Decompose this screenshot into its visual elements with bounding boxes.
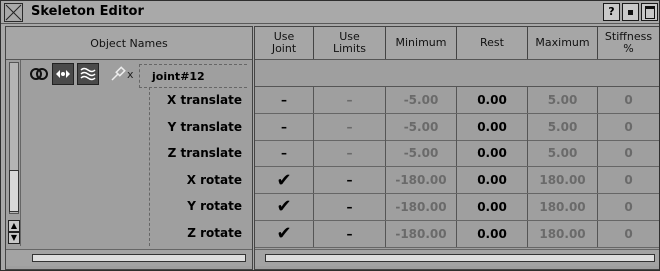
dof-label[interactable]: Z rotate (150, 220, 248, 247)
use-joint-cell[interactable]: ✔ (255, 193, 314, 220)
stiffness-cell[interactable]: 0 (598, 221, 659, 247)
col-minimum[interactable]: Minimum (386, 27, 457, 59)
maximum-cell[interactable]: 180.00 (528, 167, 598, 194)
use-limits-cell[interactable]: – (314, 140, 386, 167)
scrollbar-thumb[interactable] (265, 254, 655, 262)
col-minimum-label: Minimum (395, 36, 447, 49)
use-joint-cell[interactable]: ✔ (255, 220, 314, 247)
use-limits-cell[interactable]: – (314, 193, 386, 220)
dof-label[interactable]: Z translate (150, 140, 248, 167)
col-use-limits-label: Use Limits (333, 30, 366, 55)
scrollbar-thumb[interactable] (32, 254, 246, 262)
table-horizontal-scrollbar[interactable] (255, 249, 659, 266)
scroll-down-icon[interactable]: ▼ (8, 232, 20, 244)
dof-label[interactable]: X rotate (150, 167, 248, 194)
col-use-joint[interactable]: Use Joint (255, 27, 314, 59)
wave-icon[interactable] (77, 63, 99, 85)
table-row[interactable]: – – -5.00 0.00 5.00 0 (255, 87, 659, 114)
maximize-button[interactable] (641, 3, 658, 21)
title-bar[interactable]: Skeleton Editor ? (1, 1, 659, 24)
scroll-up-icon[interactable]: ▲ (8, 220, 20, 232)
use-limits-cell[interactable]: – (314, 113, 386, 140)
maximum-cell[interactable]: 5.00 (528, 87, 598, 113)
use-limits-cell[interactable]: – (314, 167, 386, 194)
stiffness-cell[interactable]: 0 (598, 87, 659, 113)
minimum-cell[interactable]: -5.00 (386, 113, 457, 140)
col-use-limits[interactable]: Use Limits (314, 27, 386, 59)
maximize-icon (644, 6, 655, 19)
pin-icon[interactable] (108, 64, 128, 84)
table-row[interactable]: ✔ – -180.00 0.00 180.00 0 (255, 167, 659, 195)
joint-collapse-icon[interactable]: x (127, 68, 134, 81)
use-limits-cell[interactable]: – (314, 87, 386, 113)
joint-tree-node[interactable]: joint#12 (139, 64, 247, 88)
rest-cell[interactable]: 0.00 (457, 220, 528, 247)
window-title: Skeleton Editor (31, 4, 144, 19)
table-row[interactable]: – – -5.00 0.00 5.00 0 (255, 113, 659, 141)
minimize-button[interactable] (622, 3, 639, 21)
maximum-cell[interactable]: 5.00 (528, 140, 598, 167)
minimum-cell[interactable]: -180.00 (386, 167, 457, 194)
rest-cell[interactable]: 0.00 (457, 140, 528, 167)
col-stiffness[interactable]: Stiffness % (598, 27, 659, 59)
object-names-panel: Object Names ▲ ▼ x joint#12 X translate … (5, 26, 253, 270)
rest-cell[interactable]: 0.00 (457, 87, 528, 113)
table-row[interactable]: ✔ – -180.00 0.00 180.00 0 (255, 193, 659, 221)
stiffness-cell[interactable]: 0 (598, 167, 659, 193)
joint-row-spacer (255, 60, 659, 87)
joint-table-panel: Use Joint Use Limits Minimum Rest Maximu… (254, 26, 659, 270)
minimum-cell[interactable]: -5.00 (386, 87, 457, 113)
tree-horizontal-scrollbar[interactable] (6, 249, 252, 266)
table-header: Use Joint Use Limits Minimum Rest Maximu… (255, 27, 659, 60)
use-limits-cell[interactable]: – (314, 220, 386, 247)
col-maximum-label: Maximum (535, 36, 590, 49)
visibility-icon[interactable] (29, 64, 49, 84)
joint-active-icon[interactable] (52, 63, 74, 85)
dof-label[interactable]: X translate (150, 87, 248, 114)
stiffness-cell[interactable]: 0 (598, 194, 659, 220)
stiffness-cell[interactable]: 0 (598, 114, 659, 140)
use-joint-cell[interactable]: – (255, 113, 314, 140)
maximum-cell[interactable]: 180.00 (528, 193, 598, 220)
minimum-cell[interactable]: -180.00 (386, 220, 457, 247)
dof-label[interactable]: Y translate (150, 114, 248, 141)
use-joint-cell[interactable]: ✔ (255, 167, 314, 194)
stiffness-cell[interactable]: 0 (598, 140, 659, 166)
dof-label[interactable]: Y rotate (150, 193, 248, 220)
object-names-header: Object Names (6, 27, 252, 60)
table-row[interactable]: – – -5.00 0.00 5.00 0 (255, 140, 659, 168)
col-rest-label: Rest (480, 36, 504, 49)
scrollbar-thumb[interactable] (9, 170, 19, 212)
dof-list: X translate Y translate Z translate X ro… (149, 87, 248, 246)
minimum-cell[interactable]: -5.00 (386, 140, 457, 167)
col-use-joint-label: Use Joint (271, 30, 297, 55)
rest-cell[interactable]: 0.00 (457, 113, 528, 140)
rest-cell[interactable]: 0.00 (457, 193, 528, 220)
skeleton-editor-window: Skeleton Editor ? Object Names ▲ ▼ x joi… (0, 0, 660, 271)
help-button[interactable]: ? (603, 3, 620, 21)
use-joint-cell[interactable]: – (255, 140, 314, 167)
rest-cell[interactable]: 0.00 (457, 167, 528, 194)
maximum-cell[interactable]: 5.00 (528, 113, 598, 140)
use-joint-cell[interactable]: – (255, 87, 314, 113)
tree-icon-strip (29, 62, 131, 86)
col-rest[interactable]: Rest (457, 27, 528, 59)
object-tree: x joint#12 X translate Y translate Z tra… (21, 60, 252, 246)
minimize-icon (628, 10, 633, 15)
tree-vertical-scrollbar[interactable]: ▲ ▼ (6, 60, 21, 246)
minimum-cell[interactable]: -180.00 (386, 193, 457, 220)
joint-name: joint#12 (152, 69, 205, 83)
table-row[interactable]: ✔ – -180.00 0.00 180.00 0 (255, 220, 659, 248)
maximum-cell[interactable]: 180.00 (528, 220, 598, 247)
col-maximum[interactable]: Maximum (528, 27, 598, 59)
window-menu-icon[interactable] (4, 3, 23, 22)
col-stiffness-label: Stiffness % (604, 30, 653, 55)
